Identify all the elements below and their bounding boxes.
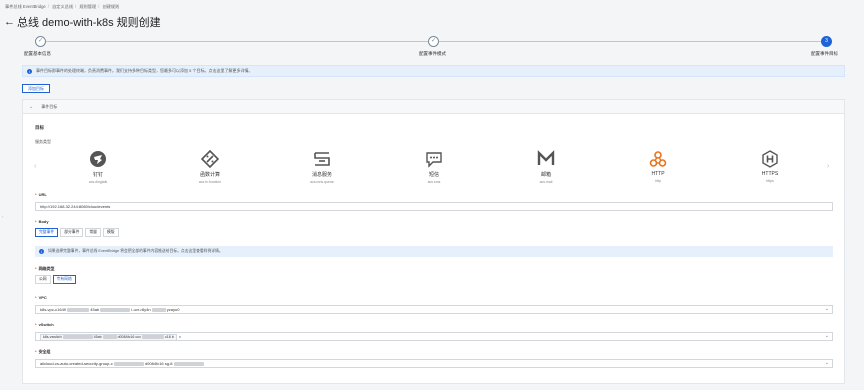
breadcrumb-item[interactable]: 事件总线 EventBridge (5, 4, 46, 9)
carousel-prev-icon[interactable]: ‹ (34, 163, 36, 170)
service-option-message-service[interactable]: 消息服务 acs.mns.queue (292, 150, 352, 184)
target-section-title: 目标 (35, 125, 44, 130)
service-name: 钉钉 (92, 172, 103, 178)
step-done-check-icon: ✓ (428, 36, 439, 47)
service-code: acs.mail (539, 180, 553, 184)
step-label: 配置事件目标 (811, 51, 838, 56)
security-group-select[interactable]: alicloud-cs-auto-created-security-group-… (35, 359, 833, 368)
network-option-vpc[interactable]: 专有网络 (52, 275, 76, 284)
service-option-https[interactable]: HTTPS https (740, 150, 800, 183)
info-icon: i (39, 249, 44, 254)
breadcrumb-item[interactable]: 规则管理 (79, 4, 96, 9)
service-option-dingtalk[interactable]: 钉钉 acs.dingtalk (68, 150, 128, 184)
chevron-down-icon[interactable]: ⌄ (29, 104, 33, 110)
service-name: 邮箱 (540, 172, 551, 178)
vpc-label: * VPC (35, 295, 47, 300)
http-icon (649, 150, 667, 168)
carousel-next-icon[interactable]: › (827, 163, 829, 170)
step-connector (46, 41, 428, 42)
breadcrumb-item: 创建规则 (102, 4, 120, 9)
vswitch-select[interactable]: k8s-vswitch 45ab d0084fc16 cuv c16 b × ⌄ (35, 332, 833, 341)
https-icon (761, 150, 779, 168)
body-option-template[interactable]: 模版 (102, 228, 119, 237)
message-service-icon (313, 150, 331, 168)
step-label: 配置事件模式 (419, 51, 446, 56)
service-code: acs.fc.function (198, 180, 222, 184)
body-notice-text: 如果选择完整事件，事件总线 EventBridge 将会把全部的事件内容推送给目… (48, 249, 223, 253)
breadcrumb: 事件总线 EventBridge / 自定义总线 / 规则管理 / 创建规则 (5, 4, 120, 9)
service-name: HTTP (651, 171, 665, 177)
body-label: * Body (35, 219, 49, 224)
mail-icon (537, 150, 555, 168)
service-code: acs.sms (427, 180, 441, 184)
service-option-sms[interactable]: 短信 acs.sms (404, 150, 464, 184)
info-icon: i (27, 68, 32, 74)
info-text: 事件目标即事件的处理终端，负责消费事件。我们支持多种目标类型，您最多可以添加 5… (36, 68, 253, 73)
step-label: 配置基本信息 (24, 51, 51, 56)
body-type-selector: 完整事件 部分事件 常量 模版 (35, 228, 121, 237)
function-compute-icon (201, 150, 219, 168)
tag-remove-icon[interactable]: × (179, 334, 181, 339)
service-option-function-compute[interactable]: 函数计算 acs.fc.function (180, 150, 240, 184)
back-arrow-icon[interactable]: ← (4, 16, 15, 28)
body-notice: i 如果选择完整事件，事件总线 EventBridge 将会把全部的事件内容推送… (35, 246, 833, 257)
service-type-label: 服务类型 (35, 139, 51, 144)
body-option-constant[interactable]: 常量 (85, 228, 101, 237)
title-row: ← 总线 demo-with-k8s 规则创建 (4, 14, 161, 30)
step-connector (439, 41, 821, 42)
chevron-down-icon: ⌄ (824, 306, 829, 312)
security-group-label: * 安全组 (35, 349, 51, 354)
panel-header[interactable]: ⌄ 事件目标 (23, 100, 844, 114)
add-target-button[interactable]: 添加目标 (22, 84, 50, 93)
service-name: 消息服务 (311, 172, 332, 178)
body-option-full[interactable]: 完整事件 (35, 228, 59, 237)
network-type-selector: 公网 专有网络 (35, 275, 78, 284)
step-active-number: 3 (821, 36, 832, 47)
panel-header-title: 事件目标 (41, 103, 58, 109)
vswitch-tag: k8s-vswitch 45ab d0084fc16 cuv c16 b (40, 334, 177, 340)
breadcrumb-item[interactable]: 自定义总线 (52, 4, 73, 9)
dingtalk-icon (89, 150, 107, 168)
service-name: 函数计算 (199, 172, 220, 178)
service-code: https (766, 179, 774, 183)
network-option-public[interactable]: 公网 (35, 275, 51, 284)
network-type-label: * 网络类型 (35, 266, 55, 271)
side-marker: ‹ (2, 214, 4, 219)
service-code: acs.dingtalk (88, 180, 108, 184)
vpc-select[interactable]: k8s-vpc-c1649 45ab i-uvr-r8y4n yzayu0 ⌄ (35, 305, 833, 314)
page-title: 总线 demo-with-k8s 规则创建 (17, 17, 161, 29)
info-banner: i 事件目标即事件的处理终端，负责消费事件。我们支持多种目标类型，您最多可以添加… (22, 65, 845, 77)
service-name: 短信 (428, 172, 439, 178)
url-input[interactable]: http://192.168.32.244:8080/cloudevents (35, 202, 833, 211)
service-option-mail[interactable]: 邮箱 acs.mail (516, 150, 576, 184)
step-indicator: ✓ 配置基本信息 ✓ 配置事件模式 3 配置事件目标 (20, 36, 840, 58)
vswitch-label: * vSwitch (35, 322, 54, 327)
target-panel: ⌄ 事件目标 目标 服务类型 ‹ › 钉钉 acs.dingtalk 函数计算 … (22, 99, 845, 384)
service-option-http[interactable]: HTTP http (628, 150, 688, 183)
service-code: http (655, 179, 661, 183)
sms-icon (425, 150, 443, 168)
chevron-down-icon: ⌄ (824, 360, 829, 366)
url-label: * URL (35, 192, 47, 197)
step-done-check-icon: ✓ (35, 36, 46, 47)
service-code: acs.mns.queue (310, 180, 334, 184)
body-option-partial[interactable]: 部分事件 (60, 228, 84, 237)
service-name: HTTPS (761, 171, 779, 177)
chevron-down-icon: ⌄ (824, 333, 829, 339)
